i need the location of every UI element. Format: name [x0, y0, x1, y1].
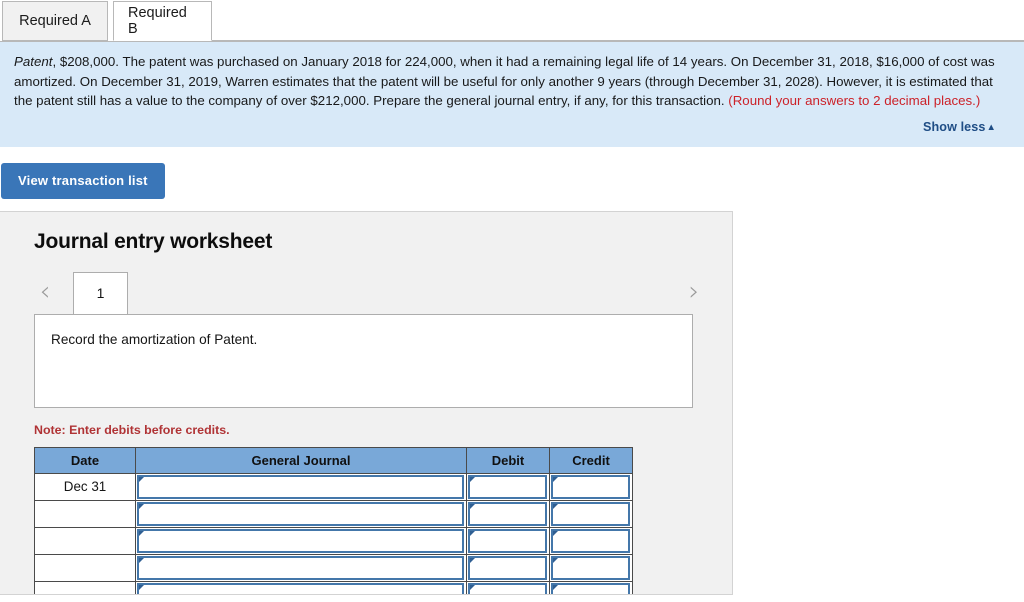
column-header-date: Date [34, 446, 136, 474]
show-less-row: Show less▲ [14, 111, 1010, 138]
cell-general-journal[interactable] [135, 526, 467, 555]
worksheet-description-box: Record the amortization of Patent. [34, 313, 693, 408]
chevron-right-icon[interactable]: › [681, 276, 707, 309]
cell-date[interactable] [34, 499, 136, 528]
cell-credit[interactable] [549, 553, 633, 582]
dropdown-corner-icon [553, 503, 558, 509]
cell-date[interactable] [34, 553, 136, 582]
question-prompt-banner: Patent, $208,000. The patent was purchas… [0, 42, 1024, 147]
credit-input[interactable] [551, 474, 630, 499]
toolbar: View transaction list [0, 147, 1024, 199]
tab-required-b[interactable]: Required B [113, 1, 212, 41]
column-header-credit: Credit [549, 446, 633, 474]
cell-credit[interactable] [549, 580, 633, 594]
dropdown-corner-icon [139, 584, 144, 590]
dropdown-corner-icon [470, 476, 475, 482]
table-row [34, 499, 633, 528]
credit-input[interactable] [551, 555, 630, 580]
dropdown-corner-icon [139, 476, 144, 482]
question-prompt-text: Patent, $208,000. The patent was purchas… [14, 52, 1010, 111]
dropdown-corner-icon [553, 584, 558, 590]
cell-credit[interactable] [549, 526, 633, 555]
dropdown-corner-icon [553, 476, 558, 482]
table-row [34, 580, 633, 594]
debit-input[interactable] [468, 555, 547, 580]
dropdown-corner-icon [470, 503, 475, 509]
cell-general-journal[interactable] [135, 499, 467, 528]
show-less-label: Show less [922, 119, 986, 134]
journal-table-header-row: Date General Journal Debit Credit [34, 446, 633, 474]
dropdown-corner-icon [470, 584, 475, 590]
chevron-left-icon[interactable]: ‹ [32, 276, 58, 309]
dropdown-corner-icon [139, 503, 144, 509]
cell-credit[interactable] [549, 499, 633, 528]
journal-table-body: Dec 31 [34, 472, 633, 594]
tab-required-a[interactable]: Required A [2, 1, 108, 41]
dropdown-corner-icon [470, 557, 475, 563]
debit-input[interactable] [468, 474, 547, 499]
dropdown-corner-icon [139, 530, 144, 536]
general-journal-input[interactable] [137, 528, 464, 553]
cell-date[interactable] [34, 526, 136, 555]
credit-input[interactable] [551, 528, 630, 553]
table-row: Dec 31 [34, 472, 633, 501]
column-header-debit: Debit [466, 446, 550, 474]
worksheet-sheet-tab-1-label: 1 [96, 285, 105, 301]
worksheet-title: Journal entry worksheet [34, 229, 273, 253]
cell-date[interactable] [34, 580, 136, 594]
tab-required-a-label: Required A [19, 13, 91, 29]
debit-input[interactable] [468, 501, 547, 526]
dropdown-corner-icon [470, 530, 475, 536]
general-journal-input[interactable] [137, 555, 464, 580]
cell-general-journal[interactable] [135, 553, 467, 582]
debits-before-credits-note: Note: Enter debits before credits. [34, 422, 230, 437]
credit-input[interactable] [551, 582, 630, 594]
general-journal-input[interactable] [137, 501, 464, 526]
general-journal-input[interactable] [137, 474, 464, 499]
worksheet-sheet-tab-1[interactable]: 1 [73, 271, 128, 314]
general-journal-input[interactable] [137, 582, 464, 594]
dropdown-corner-icon [553, 530, 558, 536]
tab-strip-filler [212, 1, 1024, 41]
cell-debit[interactable] [466, 526, 550, 555]
cell-debit[interactable] [466, 580, 550, 594]
worksheet-pager: ‹ 1 › [0, 271, 732, 314]
required-tab-strip: Required A Required B [0, 0, 1024, 42]
cell-debit[interactable] [466, 499, 550, 528]
cell-general-journal[interactable] [135, 472, 467, 501]
show-less-link[interactable]: Show less▲ [923, 120, 996, 134]
prompt-term: Patent [14, 54, 53, 69]
caret-up-icon: ▲ [986, 121, 996, 133]
cell-credit[interactable] [549, 472, 633, 501]
credit-input[interactable] [551, 501, 630, 526]
dropdown-corner-icon [139, 557, 144, 563]
debit-input[interactable] [468, 528, 547, 553]
rounding-instruction: (Round your answers to 2 decimal places.… [728, 93, 981, 108]
cell-date[interactable]: Dec 31 [34, 472, 136, 501]
table-row [34, 526, 633, 555]
journal-entry-worksheet-panel: Journal entry worksheet ‹ 1 › Record the… [0, 210, 733, 595]
journal-entry-table: Date General Journal Debit Credit Dec 31 [34, 446, 633, 594]
column-header-general-journal: General Journal [135, 446, 467, 474]
dropdown-corner-icon [553, 557, 558, 563]
cell-debit[interactable] [466, 553, 550, 582]
view-transaction-list-button[interactable]: View transaction list [1, 162, 165, 199]
tab-required-b-label: Required B [128, 5, 187, 37]
worksheet-description-text: Record the amortization of Patent. [51, 331, 258, 347]
cell-general-journal[interactable] [135, 580, 467, 594]
table-row [34, 553, 633, 582]
cell-debit[interactable] [466, 472, 550, 501]
debit-input[interactable] [468, 582, 547, 594]
